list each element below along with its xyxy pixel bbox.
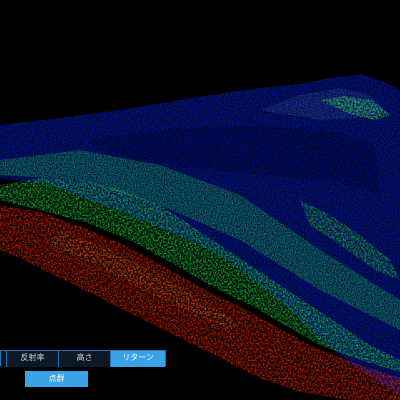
tab-reflectance[interactable]: 反射率 — [7, 351, 59, 367]
mode-toolbar: 反射率 高さ リターン — [0, 350, 166, 367]
point-cloud-button[interactable]: 点群 — [25, 371, 88, 387]
tab-return[interactable]: リターン — [111, 351, 165, 367]
tab-height[interactable]: 高さ — [59, 351, 111, 367]
point-cloud-viewport[interactable]: 反射率 高さ リターン 点群 — [0, 0, 400, 400]
point-cloud-canvas[interactable] — [0, 0, 400, 400]
